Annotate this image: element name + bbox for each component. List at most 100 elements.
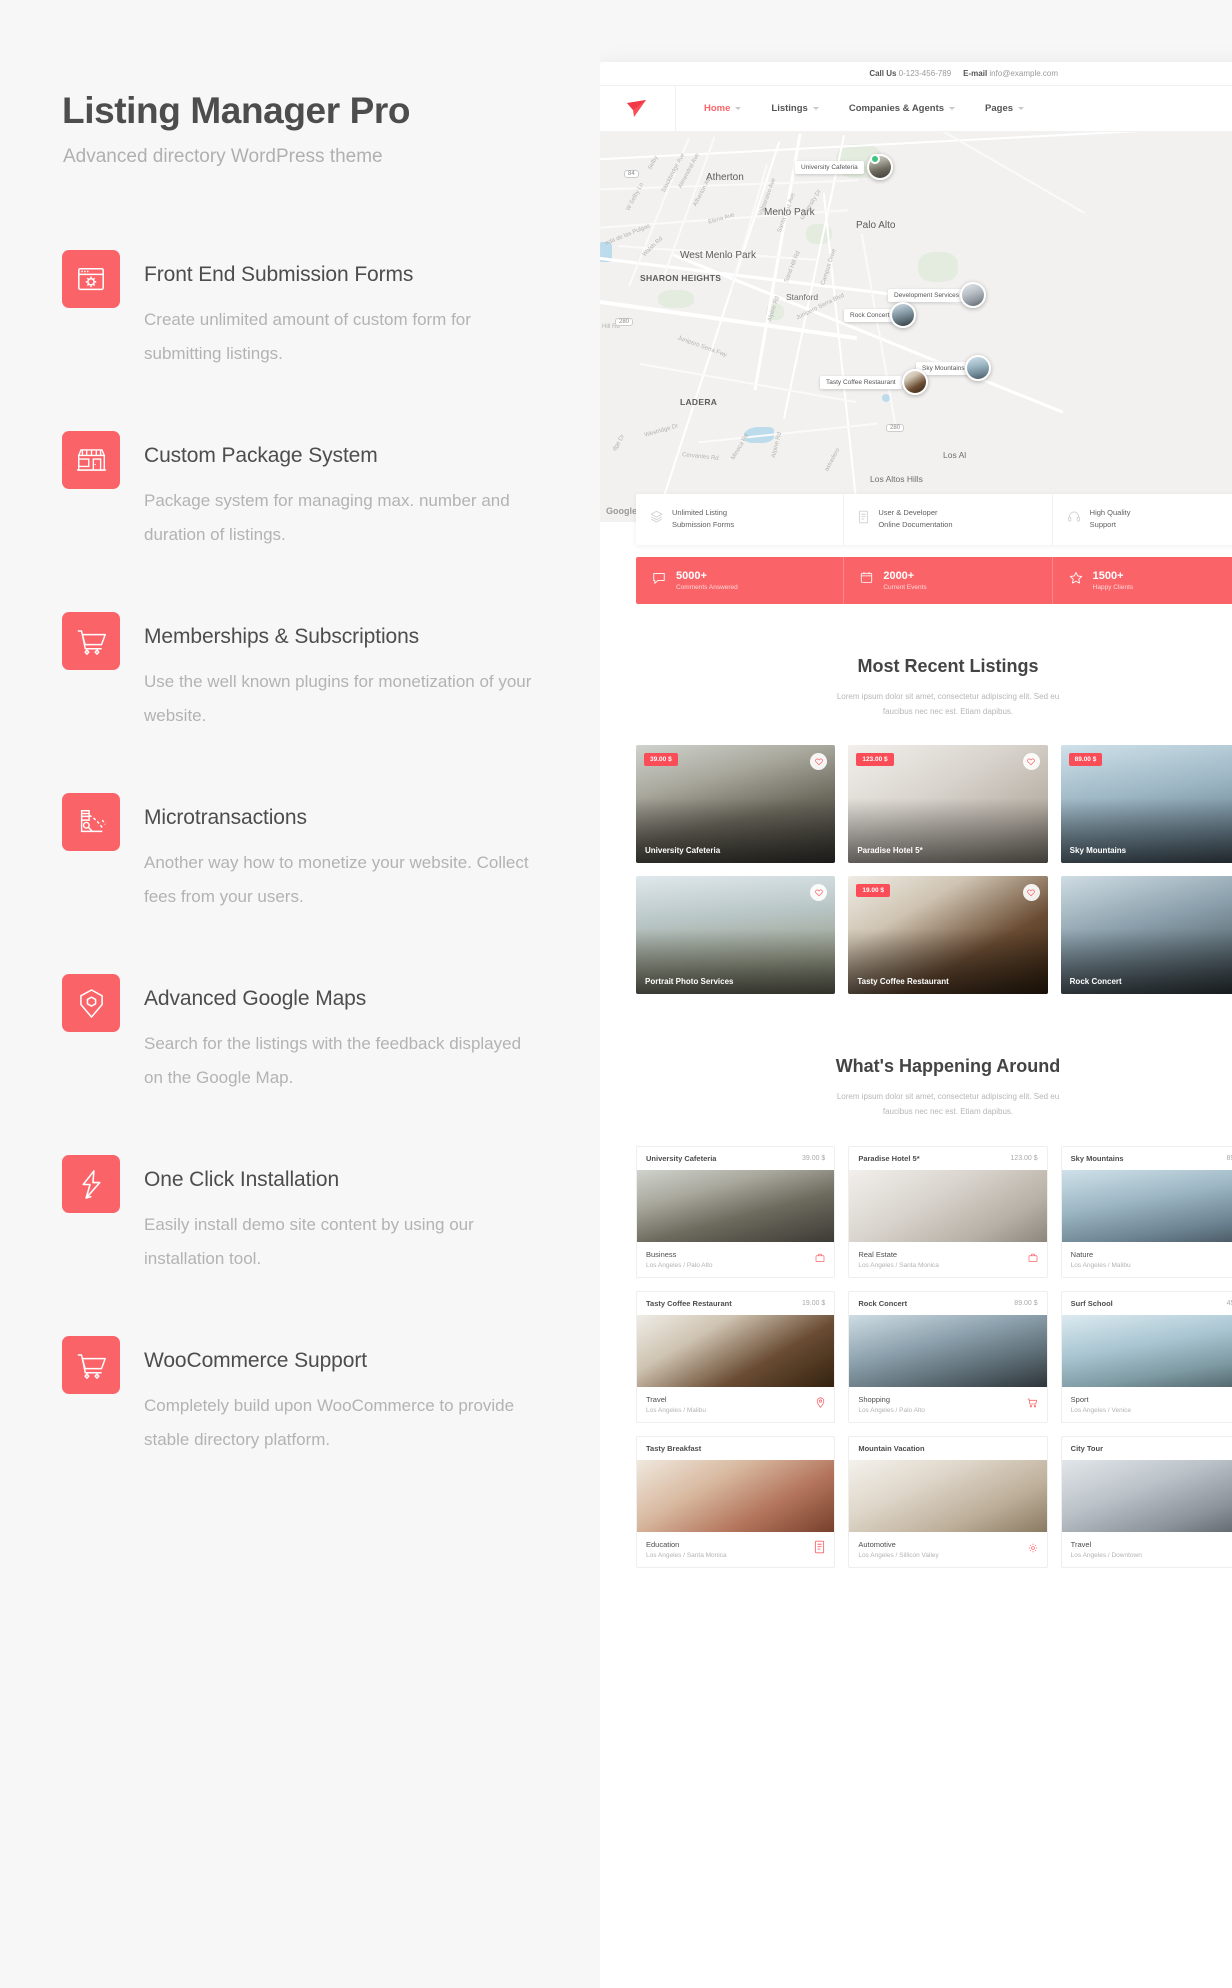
- map-marker-label[interactable]: University Cafeteria: [795, 161, 864, 174]
- feature-description: Package system for managing max. number …: [144, 491, 510, 544]
- recent-listings-grid: 39.00 $ University Cafeteria 123.00 $ Parad…: [598, 745, 1232, 995]
- event-location: Los Angeles / Sillicon Valley: [858, 1551, 939, 1559]
- map-marker-thumbnail[interactable]: [889, 302, 916, 328]
- event-card[interactable]: Sky Mountains 89.00 $ Nature Los Angeles / …: [1060, 1145, 1232, 1278]
- event-image: [849, 1459, 1047, 1532]
- feature-description: Search for the listings with the feedbac…: [144, 1034, 522, 1087]
- nav-item-label: Companies & Agents: [848, 103, 945, 114]
- map-street-label: Atherton Ave: [692, 174, 714, 208]
- event-image: [637, 1314, 835, 1387]
- favorite-heart-icon[interactable]: [1022, 753, 1040, 771]
- feature-list: Front End Submission Forms Create unlimit…: [62, 250, 562, 1517]
- event-category: Sport: [1070, 1394, 1089, 1404]
- happening-section-subtitle: Lorem ipsum dolor sit amet, consectetur …: [598, 1089, 1232, 1119]
- event-location: Los Angeles / Palo Alto: [858, 1406, 925, 1414]
- listing-price-badge: 123.00 $: [856, 753, 894, 767]
- nav-item-home[interactable]: Home: [704, 103, 742, 114]
- nav-item-listings[interactable]: Listings: [771, 103, 819, 114]
- event-category: Real Estate: [858, 1249, 898, 1259]
- feature-item: Memberships & Subscriptions Use the well …: [62, 612, 562, 793]
- event-card[interactable]: Tasty Coffee Restaurant 19.00 $ Travel Los …: [636, 1290, 836, 1423]
- email-label: E-mail: [963, 69, 988, 78]
- event-title: University Cafeteria: [646, 1153, 717, 1163]
- mockup-navbar: Home Listings Companies & Agents Pages: [598, 86, 1232, 132]
- happening-section: What's Happening Around Lorem ipsum dolo…: [598, 994, 1232, 1568]
- event-image: [849, 1169, 1047, 1242]
- event-price: 123.00 $: [1010, 1154, 1038, 1162]
- event-image: [637, 1169, 835, 1242]
- feature-description: Easily install demo site content by usin…: [144, 1215, 474, 1268]
- stat-item: 5000+ Comments Answered: [636, 557, 843, 604]
- listing-card[interactable]: 89.00 $ Sky Mountains: [1060, 745, 1232, 864]
- event-title: Paradise Hotel 5*: [858, 1153, 920, 1163]
- event-category: Shopping: [858, 1394, 891, 1404]
- map-marker-label[interactable]: Development Services: [888, 289, 966, 302]
- stat-number: 1500+: [1092, 569, 1124, 582]
- favorite-heart-icon[interactable]: [1022, 884, 1040, 902]
- listing-card[interactable]: Rock Concert: [1060, 876, 1232, 995]
- map-marker-thumbnail[interactable]: [960, 282, 986, 308]
- coins-drop-icon: [62, 793, 120, 851]
- feature-strip-item: User & Developer Online Documentation: [843, 494, 1051, 545]
- feature-item: WooCommerce Support Completely build upon…: [62, 1336, 562, 1517]
- stats-bar: 5000+ Comments Answered 2000+ Current Event…: [636, 556, 1232, 604]
- event-image: [1061, 1169, 1232, 1242]
- comment-icon: [652, 571, 666, 590]
- map-marker-label[interactable]: Rock Concert: [844, 309, 896, 322]
- event-card[interactable]: Mountain Vacation Automotive Los Angeles /…: [848, 1435, 1048, 1568]
- event-card[interactable]: City Tour Travel Los Angeles / Downtown: [1060, 1435, 1232, 1568]
- briefcase-icon: [1028, 1250, 1038, 1268]
- call-us-label: Call Us: [869, 69, 897, 78]
- book-icon: [814, 1540, 825, 1559]
- event-title: Tasty Breakfast: [646, 1443, 702, 1453]
- map-marker-label[interactable]: Tasty Coffee Restaurant: [820, 376, 902, 389]
- recent-subtitle-line2: faucibus nec nec est. Etiam dapibus.: [882, 706, 1014, 716]
- event-title: Rock Concert: [858, 1298, 908, 1308]
- nav-item-companies-agents[interactable]: Companies & Agents: [848, 103, 956, 114]
- event-card[interactable]: Paradise Hotel 5* 123.00 $ Real Estate Los …: [848, 1145, 1048, 1278]
- stat-number: 2000+: [883, 569, 915, 582]
- event-card[interactable]: Surf School 45.00 $ Sport Los Angeles / Ven…: [1060, 1290, 1232, 1423]
- event-image: [1061, 1459, 1232, 1532]
- map-street-label: astradero: [824, 447, 842, 473]
- nav-item-pages[interactable]: Pages: [985, 103, 1025, 114]
- event-card[interactable]: Rock Concert 89.00 $ Shopping Los Angeles /…: [848, 1290, 1048, 1423]
- map-marker-thumbnail[interactable]: [964, 355, 991, 381]
- event-title: Mountain Vacation: [858, 1443, 925, 1453]
- event-card[interactable]: University Cafeteria 39.00 $ Business Los A…: [636, 1145, 836, 1278]
- map-marker-thumbnail[interactable]: [901, 369, 928, 395]
- map-street-label: Elena Ave: [707, 212, 736, 226]
- feature-description: Create unlimited amount of custom form f…: [144, 310, 471, 363]
- cart-icon: [1027, 1395, 1038, 1413]
- feature-strip-line1: Unlimited Listing: [672, 508, 728, 517]
- listing-card[interactable]: 123.00 $ Paradise Hotel 5*: [848, 745, 1048, 864]
- shopping-cart-icon: [62, 612, 120, 670]
- event-title: Tasty Coffee Restaurant: [646, 1298, 732, 1308]
- star-icon: [1069, 571, 1083, 590]
- feature-title: Front End Submission Forms: [144, 263, 414, 286]
- lightning-bolt-icon: [62, 1155, 120, 1213]
- happening-subtitle-line1: Lorem ipsum dolor sit amet, consectetur …: [836, 1092, 1060, 1102]
- map-marker-dot[interactable]: [870, 154, 880, 164]
- listing-card[interactable]: Portrait Photo Services: [636, 876, 836, 995]
- event-card[interactable]: Tasty Breakfast Education Los Angeles / Sa…: [636, 1435, 836, 1568]
- feature-item: Microtransactions Another way how to mone…: [62, 793, 562, 974]
- event-image: [637, 1459, 835, 1532]
- map-highway-shield: 280: [615, 318, 634, 326]
- site-logo[interactable]: [598, 86, 676, 131]
- google-map[interactable]: Atherton Menlo Park Palo Alto West Menlo Pa…: [598, 132, 1232, 522]
- website-preview-mockup: Call Us 0-123-456-789 E-mail info@exampl…: [598, 62, 1232, 1988]
- feature-title: Advanced Google Maps: [144, 987, 367, 1010]
- listing-card[interactable]: 19.00 $ Tasty Coffee Restaurant: [848, 876, 1048, 995]
- event-category: Business: [646, 1249, 677, 1259]
- listing-card[interactable]: 39.00 $ University Cafeteria: [636, 745, 836, 864]
- map-street-label: Sand Hill Rd: [783, 250, 802, 284]
- stat-label: Comments Answered: [676, 583, 738, 591]
- map-street-label: dge Dr: [611, 433, 627, 453]
- feature-title: Memberships & Subscriptions: [144, 625, 420, 648]
- event-location: Los Angeles / Santa Monica: [646, 1551, 727, 1559]
- browser-gear-icon: [62, 250, 120, 308]
- nav-item-label: Pages: [985, 103, 1014, 114]
- listing-title: Sky Mountains: [1069, 846, 1127, 856]
- google-watermark: Google: [606, 506, 637, 516]
